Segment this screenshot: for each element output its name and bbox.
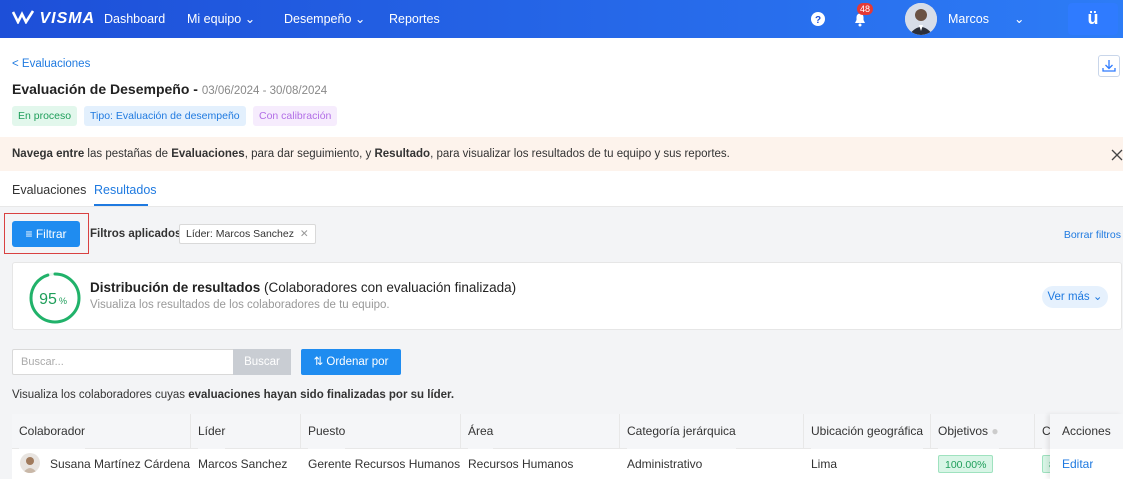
- close-icon[interactable]: [1110, 148, 1123, 162]
- download-icon: [1102, 60, 1116, 72]
- evaluation-dates: 03/06/2024 - 30/08/2024: [201, 85, 328, 97]
- chip-close-icon[interactable]: ✕: [300, 228, 309, 240]
- type-badge: Tipo: Evaluación de desempeño: [84, 106, 246, 126]
- sort-button[interactable]: ⇅ Ordenar por: [301, 349, 401, 375]
- visma-mark-icon: [11, 10, 35, 25]
- cell-location: Lima: [811, 457, 838, 471]
- cell-collaborator[interactable]: Susana Martínez Cárdena...: [50, 450, 190, 478]
- cell-area: Recursos Humanos: [468, 457, 574, 471]
- info-text: Visualiza los colaboradores cuyas evalua…: [12, 389, 455, 401]
- highlight-box: [4, 213, 89, 254]
- user-menu-chevron-icon[interactable]: ⌄: [1014, 0, 1024, 38]
- cell-category: Administrativo: [627, 457, 703, 471]
- page-title: Evaluación de Desempeño - 03/06/2024 - 3…: [12, 81, 328, 97]
- cell-leader: Marcos Sanchez: [198, 457, 288, 471]
- objectives-badge: 100.00%: [938, 455, 994, 473]
- tab-evaluations[interactable]: Evaluaciones: [12, 183, 86, 197]
- brand-logo[interactable]: VISMA: [11, 10, 95, 28]
- nav-my-team[interactable]: Mi equipo ⌄: [187, 0, 255, 38]
- nav-reports[interactable]: Reportes: [389, 0, 440, 38]
- header-leader[interactable]: Líder: [198, 414, 226, 449]
- distribution-subtitle: Visualiza los resultados de los colabora…: [90, 299, 390, 311]
- download-button[interactable]: [1098, 55, 1120, 77]
- help-icon[interactable]: ?: [808, 9, 828, 29]
- notification-count-badge: 48: [857, 3, 874, 15]
- user-photo-icon: [905, 3, 937, 35]
- search-button[interactable]: Buscar: [233, 349, 291, 375]
- user-avatar[interactable]: [905, 3, 937, 35]
- distribution-card: [12, 262, 1122, 330]
- progress-ring: 95 %: [29, 272, 81, 324]
- tab-results[interactable]: Resultados: [94, 183, 157, 197]
- header-actions: Acciones: [1050, 414, 1123, 449]
- calibration-badge: Con calibración: [253, 106, 338, 126]
- cell-position: Gerente Recursos Humanos: [308, 457, 461, 471]
- top-navbar: VISMA Dashboard Mi equipo ⌄ Desempeño ⌄ …: [0, 0, 1123, 38]
- chevron-down-icon: ⌄: [354, 12, 366, 26]
- cell-objectives: 100.00%: [938, 450, 994, 478]
- sort-arrows-icon: ⇅: [313, 356, 324, 368]
- nav-dashboard[interactable]: Dashboard: [104, 0, 165, 38]
- header-position[interactable]: Puesto: [308, 414, 346, 449]
- status-badge: En proceso: [12, 106, 78, 126]
- row-avatar: [20, 453, 40, 473]
- header-area[interactable]: Área: [468, 414, 494, 449]
- chevron-down-icon: ⌄: [244, 12, 256, 26]
- app-launcher-button[interactable]: ü: [1068, 3, 1118, 35]
- header-category[interactable]: Categoría jerárquica: [627, 414, 736, 449]
- distribution-title: Distribución de resultados (Colaboradore…: [90, 280, 517, 295]
- svg-text:?: ?: [815, 15, 821, 26]
- info-icon[interactable]: ●: [991, 424, 998, 438]
- progress-percent: 95: [39, 291, 57, 308]
- info-banner: Navega entre las pestañas de Evaluacione…: [0, 137, 1123, 171]
- header-collaborator[interactable]: Colaborador: [19, 414, 86, 449]
- user-menu[interactable]: Marcos: [948, 0, 989, 38]
- header-location[interactable]: Ubicación geográfica: [811, 414, 924, 449]
- chevron-down-icon: ⌄: [1092, 291, 1103, 303]
- nav-performance[interactable]: Desempeño ⌄: [284, 0, 365, 38]
- applied-filters-label: Filtros aplicados:: [90, 228, 186, 240]
- filter-chip[interactable]: Líder: Marcos Sanchez ✕: [179, 224, 316, 244]
- see-more-button[interactable]: Ver más ⌄: [1042, 286, 1108, 308]
- header-objectives[interactable]: Objetivos ●: [938, 414, 999, 449]
- clear-filters-link[interactable]: Borrar filtros: [1064, 229, 1121, 241]
- progress-percent-sign: %: [59, 296, 67, 306]
- person-photo-icon: [23, 457, 37, 473]
- back-link[interactable]: < Evaluaciones: [12, 58, 90, 70]
- edit-link[interactable]: Editar: [1062, 450, 1093, 478]
- search-input[interactable]: Buscar...: [12, 349, 234, 375]
